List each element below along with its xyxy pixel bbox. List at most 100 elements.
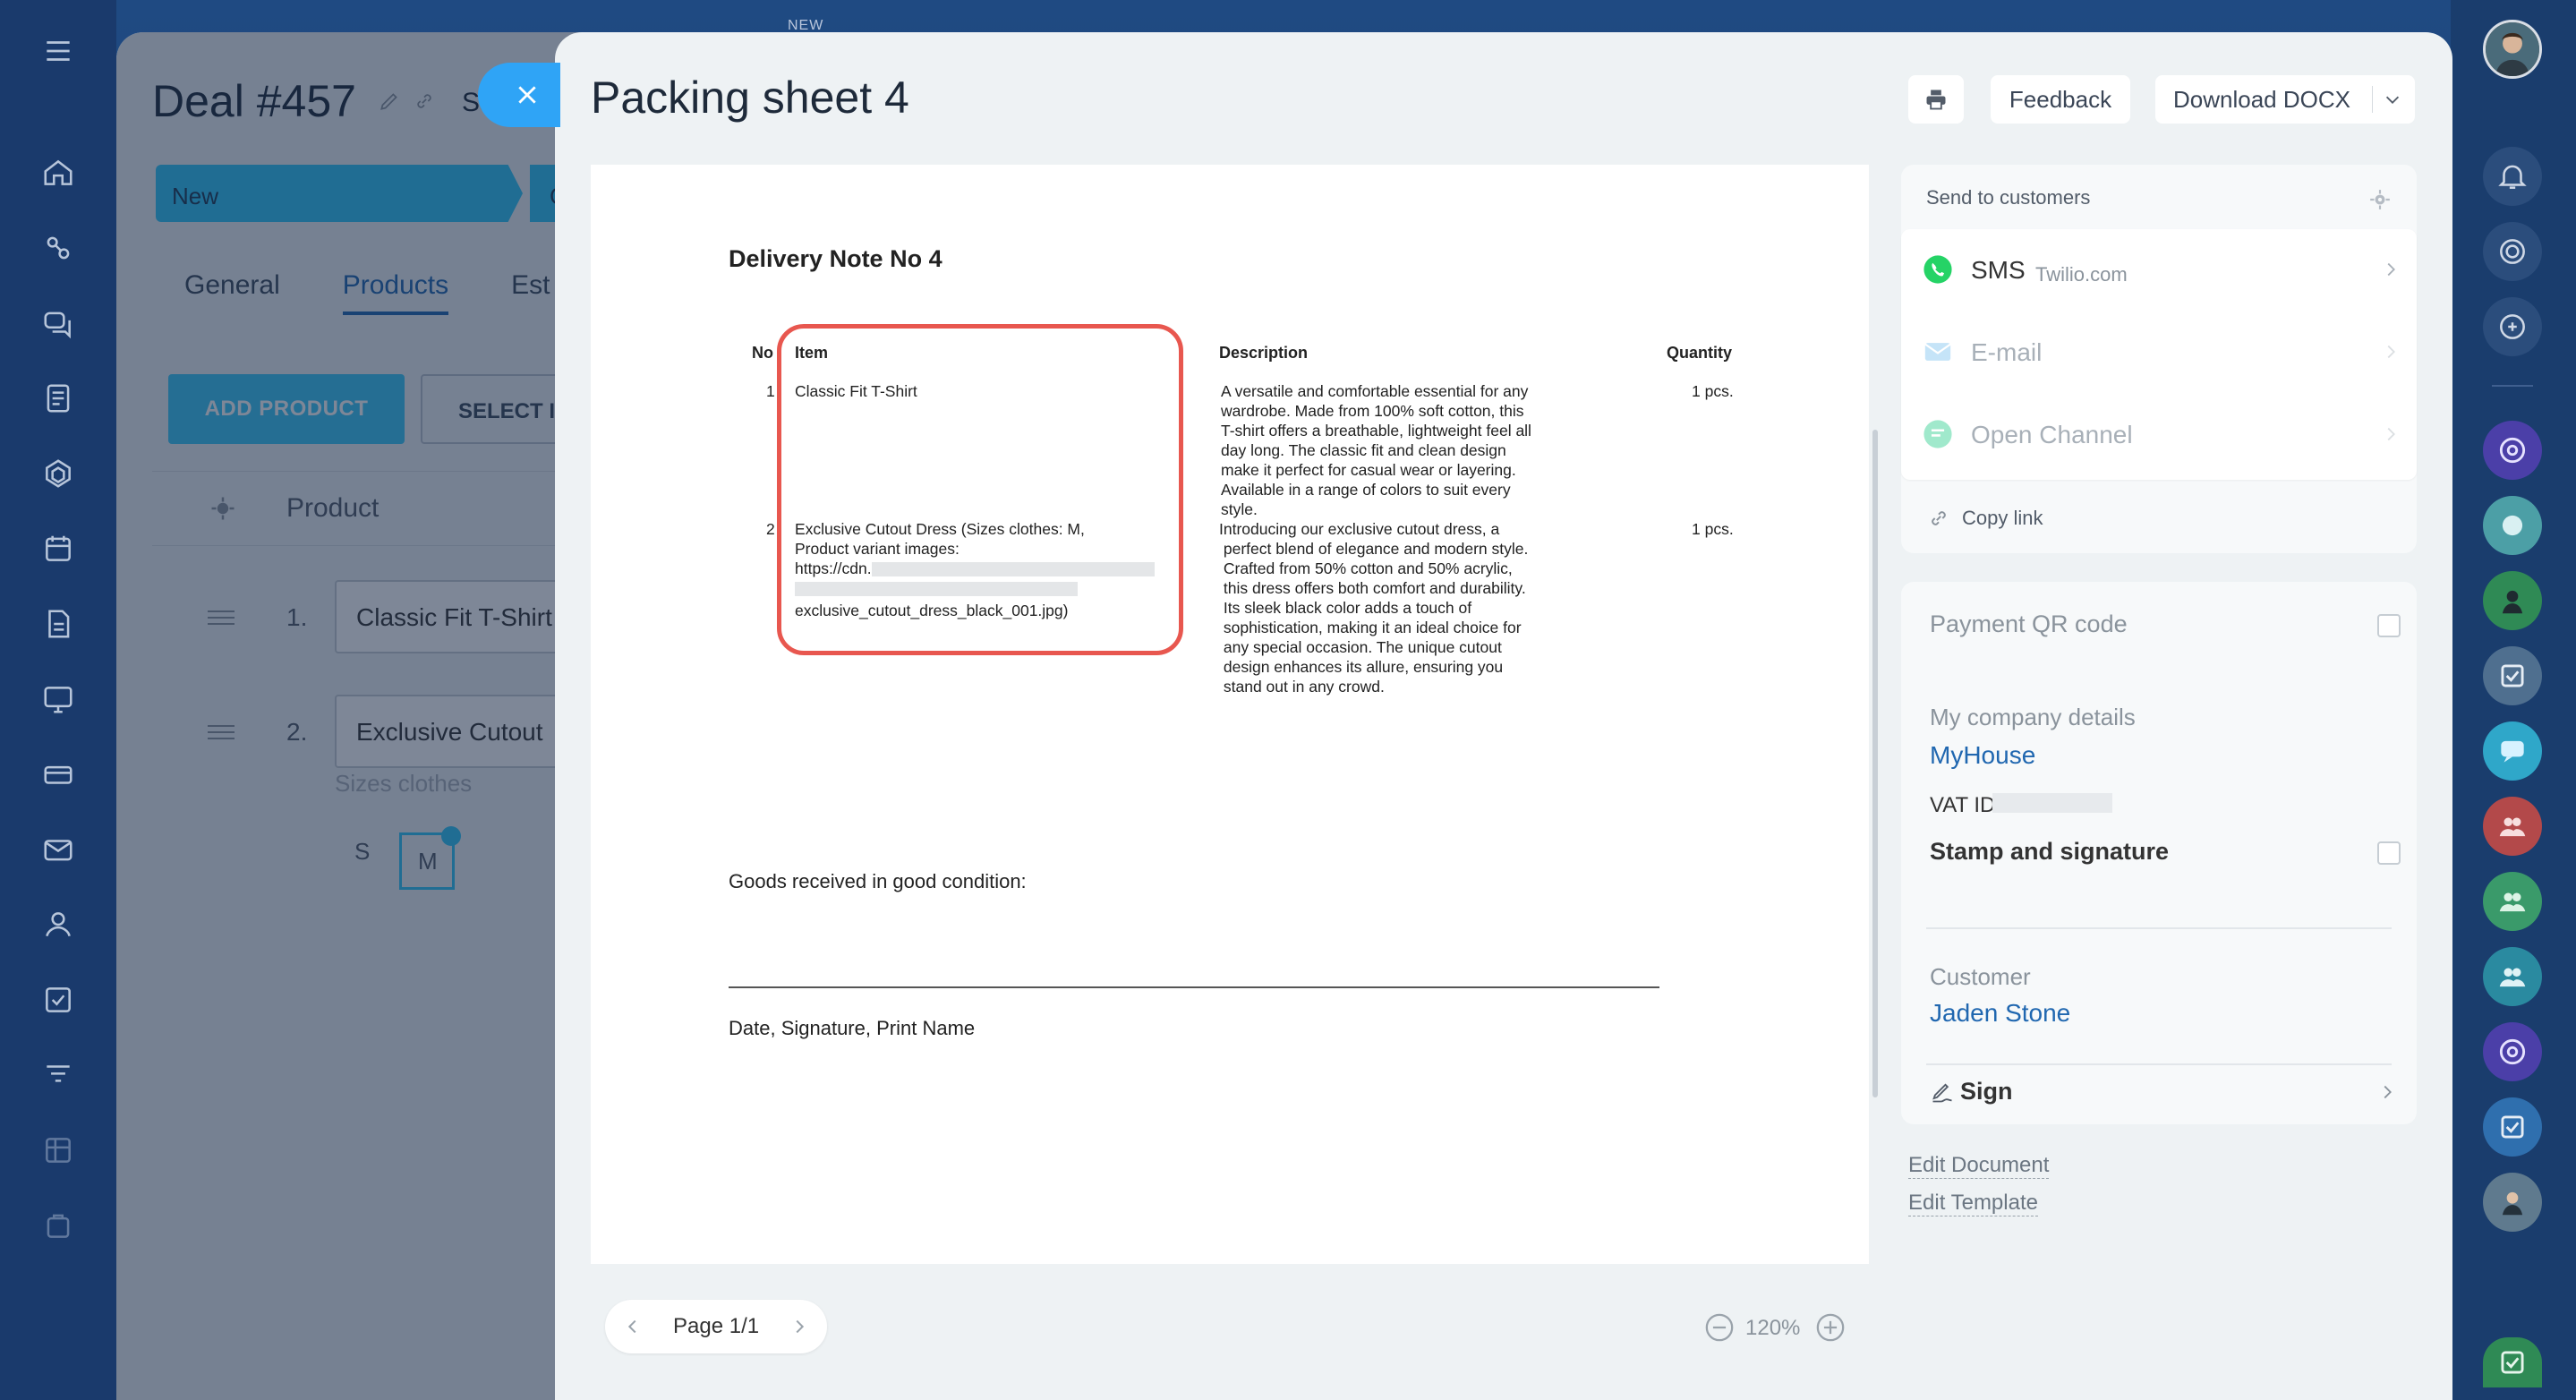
description-line: day long. The classic fit and clean desi…: [1221, 441, 1506, 459]
chevron-right-icon[interactable]: [789, 1316, 809, 1337]
person-avatar-icon[interactable]: [2483, 1173, 2542, 1232]
size-option-label: M: [418, 848, 438, 875]
openline-icon[interactable]: [2483, 421, 2542, 480]
calendar-icon[interactable]: [39, 530, 77, 568]
company-name-link[interactable]: MyHouse: [1930, 741, 2035, 770]
chevron-down-icon[interactable]: [2383, 90, 2402, 109]
check-icon: [441, 826, 461, 846]
close-slider-button[interactable]: [478, 63, 560, 127]
row-number: 1.: [286, 603, 308, 631]
home-icon[interactable]: [39, 154, 77, 192]
tab-estimates[interactable]: Est: [511, 270, 550, 315]
row-quantity: 1 pcs.: [1692, 382, 1734, 400]
send-open-channel-option[interactable]: Open Channel: [1901, 394, 2417, 476]
copy-link-button[interactable]: Copy link: [1928, 507, 2043, 530]
sites-icon[interactable]: [39, 455, 77, 492]
feedback-button[interactable]: Feedback: [1991, 75, 2130, 124]
stamp-signature-checkbox[interactable]: [2377, 841, 2401, 865]
open-channel-icon: [1923, 420, 1952, 448]
description-line: Introducing our exclusive cutout dress, …: [1219, 520, 1500, 538]
send-sms-option[interactable]: SMS Twilio.com: [1901, 229, 2417, 312]
tasks-icon[interactable]: [39, 981, 77, 1019]
signature-pen-icon: [1932, 1083, 1952, 1103]
funnel-icon[interactable]: [39, 1056, 77, 1094]
printer-icon: [1926, 90, 1946, 110]
pencil-icon[interactable]: [378, 90, 401, 113]
deal-title: Deal #457: [152, 76, 356, 126]
group-chat-icon[interactable]: [2483, 797, 2542, 856]
drag-handle-icon[interactable]: [208, 609, 235, 627]
documents-icon[interactable]: [39, 605, 77, 643]
divider: [1926, 927, 2392, 929]
user-avatar[interactable]: [2483, 20, 2542, 79]
chevron-right-icon[interactable]: [2377, 1080, 2397, 1105]
description-line: Its sleek black color adds a touch of: [1219, 599, 1472, 617]
size-option-s[interactable]: S: [354, 838, 370, 866]
add-product-button[interactable]: ADD PRODUCT: [168, 374, 405, 444]
edit-template-link[interactable]: Edit Template: [1908, 1191, 2038, 1216]
description-line: this dress offers both comfort and durab…: [1219, 579, 1526, 597]
tasks-chat-icon[interactable]: [2483, 1337, 2542, 1387]
group-chat-icon[interactable]: [2483, 872, 2542, 931]
group-chat-icon[interactable]: [2483, 947, 2542, 1006]
zoom-level: 120%: [1745, 1316, 1801, 1340]
tasks-chat-icon[interactable]: [2483, 1097, 2542, 1157]
zoom-in-icon[interactable]: [1815, 1312, 1846, 1343]
channel-name: E-mail: [1971, 338, 2043, 366]
row-description: A versatile and comfortable essential fo…: [1221, 381, 1579, 519]
inventory-icon[interactable]: [39, 755, 77, 793]
mail-icon[interactable]: [39, 831, 77, 868]
crm-icon[interactable]: [39, 229, 77, 267]
customer-name-link[interactable]: Jaden Stone: [1930, 999, 2070, 1028]
bell-icon[interactable]: [2483, 147, 2542, 206]
description-line: Crafted from 50% cotton and 50% acrylic,: [1219, 559, 1513, 577]
channel-provider: Twilio.com: [2035, 263, 2128, 286]
chat-icon[interactable]: [39, 304, 77, 342]
link-icon[interactable]: [412, 90, 437, 113]
goods-received-text: Goods received in good condition:: [729, 870, 1027, 892]
employees-icon[interactable]: [39, 906, 77, 943]
stamp-signature-label: Stamp and signature: [1930, 838, 2170, 865]
tab-products[interactable]: Products: [342, 270, 449, 315]
zoom-out-icon[interactable]: [1704, 1312, 1735, 1343]
chevron-left-icon[interactable]: [623, 1316, 643, 1337]
messages-icon[interactable]: [2483, 721, 2542, 781]
deal-tabs: General Products Est: [184, 270, 550, 315]
column-description: Description: [1219, 344, 1309, 362]
channel-name: Open Channel: [1971, 421, 2133, 448]
edit-document-link[interactable]: Edit Document: [1908, 1153, 2050, 1179]
gear-icon[interactable]: [2368, 188, 2392, 211]
openline-icon[interactable]: [2483, 1022, 2542, 1081]
send-email-option[interactable]: E-mail: [1901, 312, 2417, 394]
drag-handle-icon[interactable]: [208, 723, 235, 741]
menu-icon[interactable]: [39, 32, 77, 70]
person-avatar-icon[interactable]: [2483, 571, 2542, 630]
document-scrollbar[interactable]: [1872, 430, 1878, 1097]
row-number: 2.: [286, 718, 308, 746]
divider: [2492, 385, 2533, 387]
payment-qr-checkbox[interactable]: [2377, 614, 2401, 637]
store-icon[interactable]: [39, 1207, 77, 1244]
page-navigator: Page 1/1: [605, 1300, 827, 1353]
product-column-header: Product: [286, 493, 380, 523]
channel-name: SMS: [1971, 256, 2026, 284]
group-avatar-icon[interactable]: [2483, 496, 2542, 555]
right-sidebar: [2451, 0, 2576, 1400]
apps-icon[interactable]: [39, 1131, 77, 1169]
download-docx-label: Download DOCX: [2173, 86, 2350, 113]
tasks-chat-icon[interactable]: [2483, 646, 2542, 705]
workgroups-icon[interactable]: [39, 680, 77, 718]
send-to-customers-card: Send to customers SMS Twilio.com E-mail …: [1901, 165, 2417, 553]
gear-icon[interactable]: [209, 495, 236, 522]
stage-new[interactable]: New: [156, 165, 523, 222]
size-option-m[interactable]: M: [399, 826, 461, 890]
tab-general[interactable]: General: [184, 270, 280, 315]
download-docx-button[interactable]: Download DOCX: [2155, 75, 2415, 124]
print-button[interactable]: [1908, 75, 1964, 124]
item-column-highlight: [777, 324, 1183, 655]
copilot-icon[interactable]: [2483, 222, 2542, 281]
feed-icon[interactable]: [39, 380, 77, 417]
search-chat-icon[interactable]: [2483, 297, 2542, 356]
payment-qr-label: Payment QR code: [1930, 610, 2128, 637]
sign-button[interactable]: Sign: [1960, 1078, 2013, 1105]
